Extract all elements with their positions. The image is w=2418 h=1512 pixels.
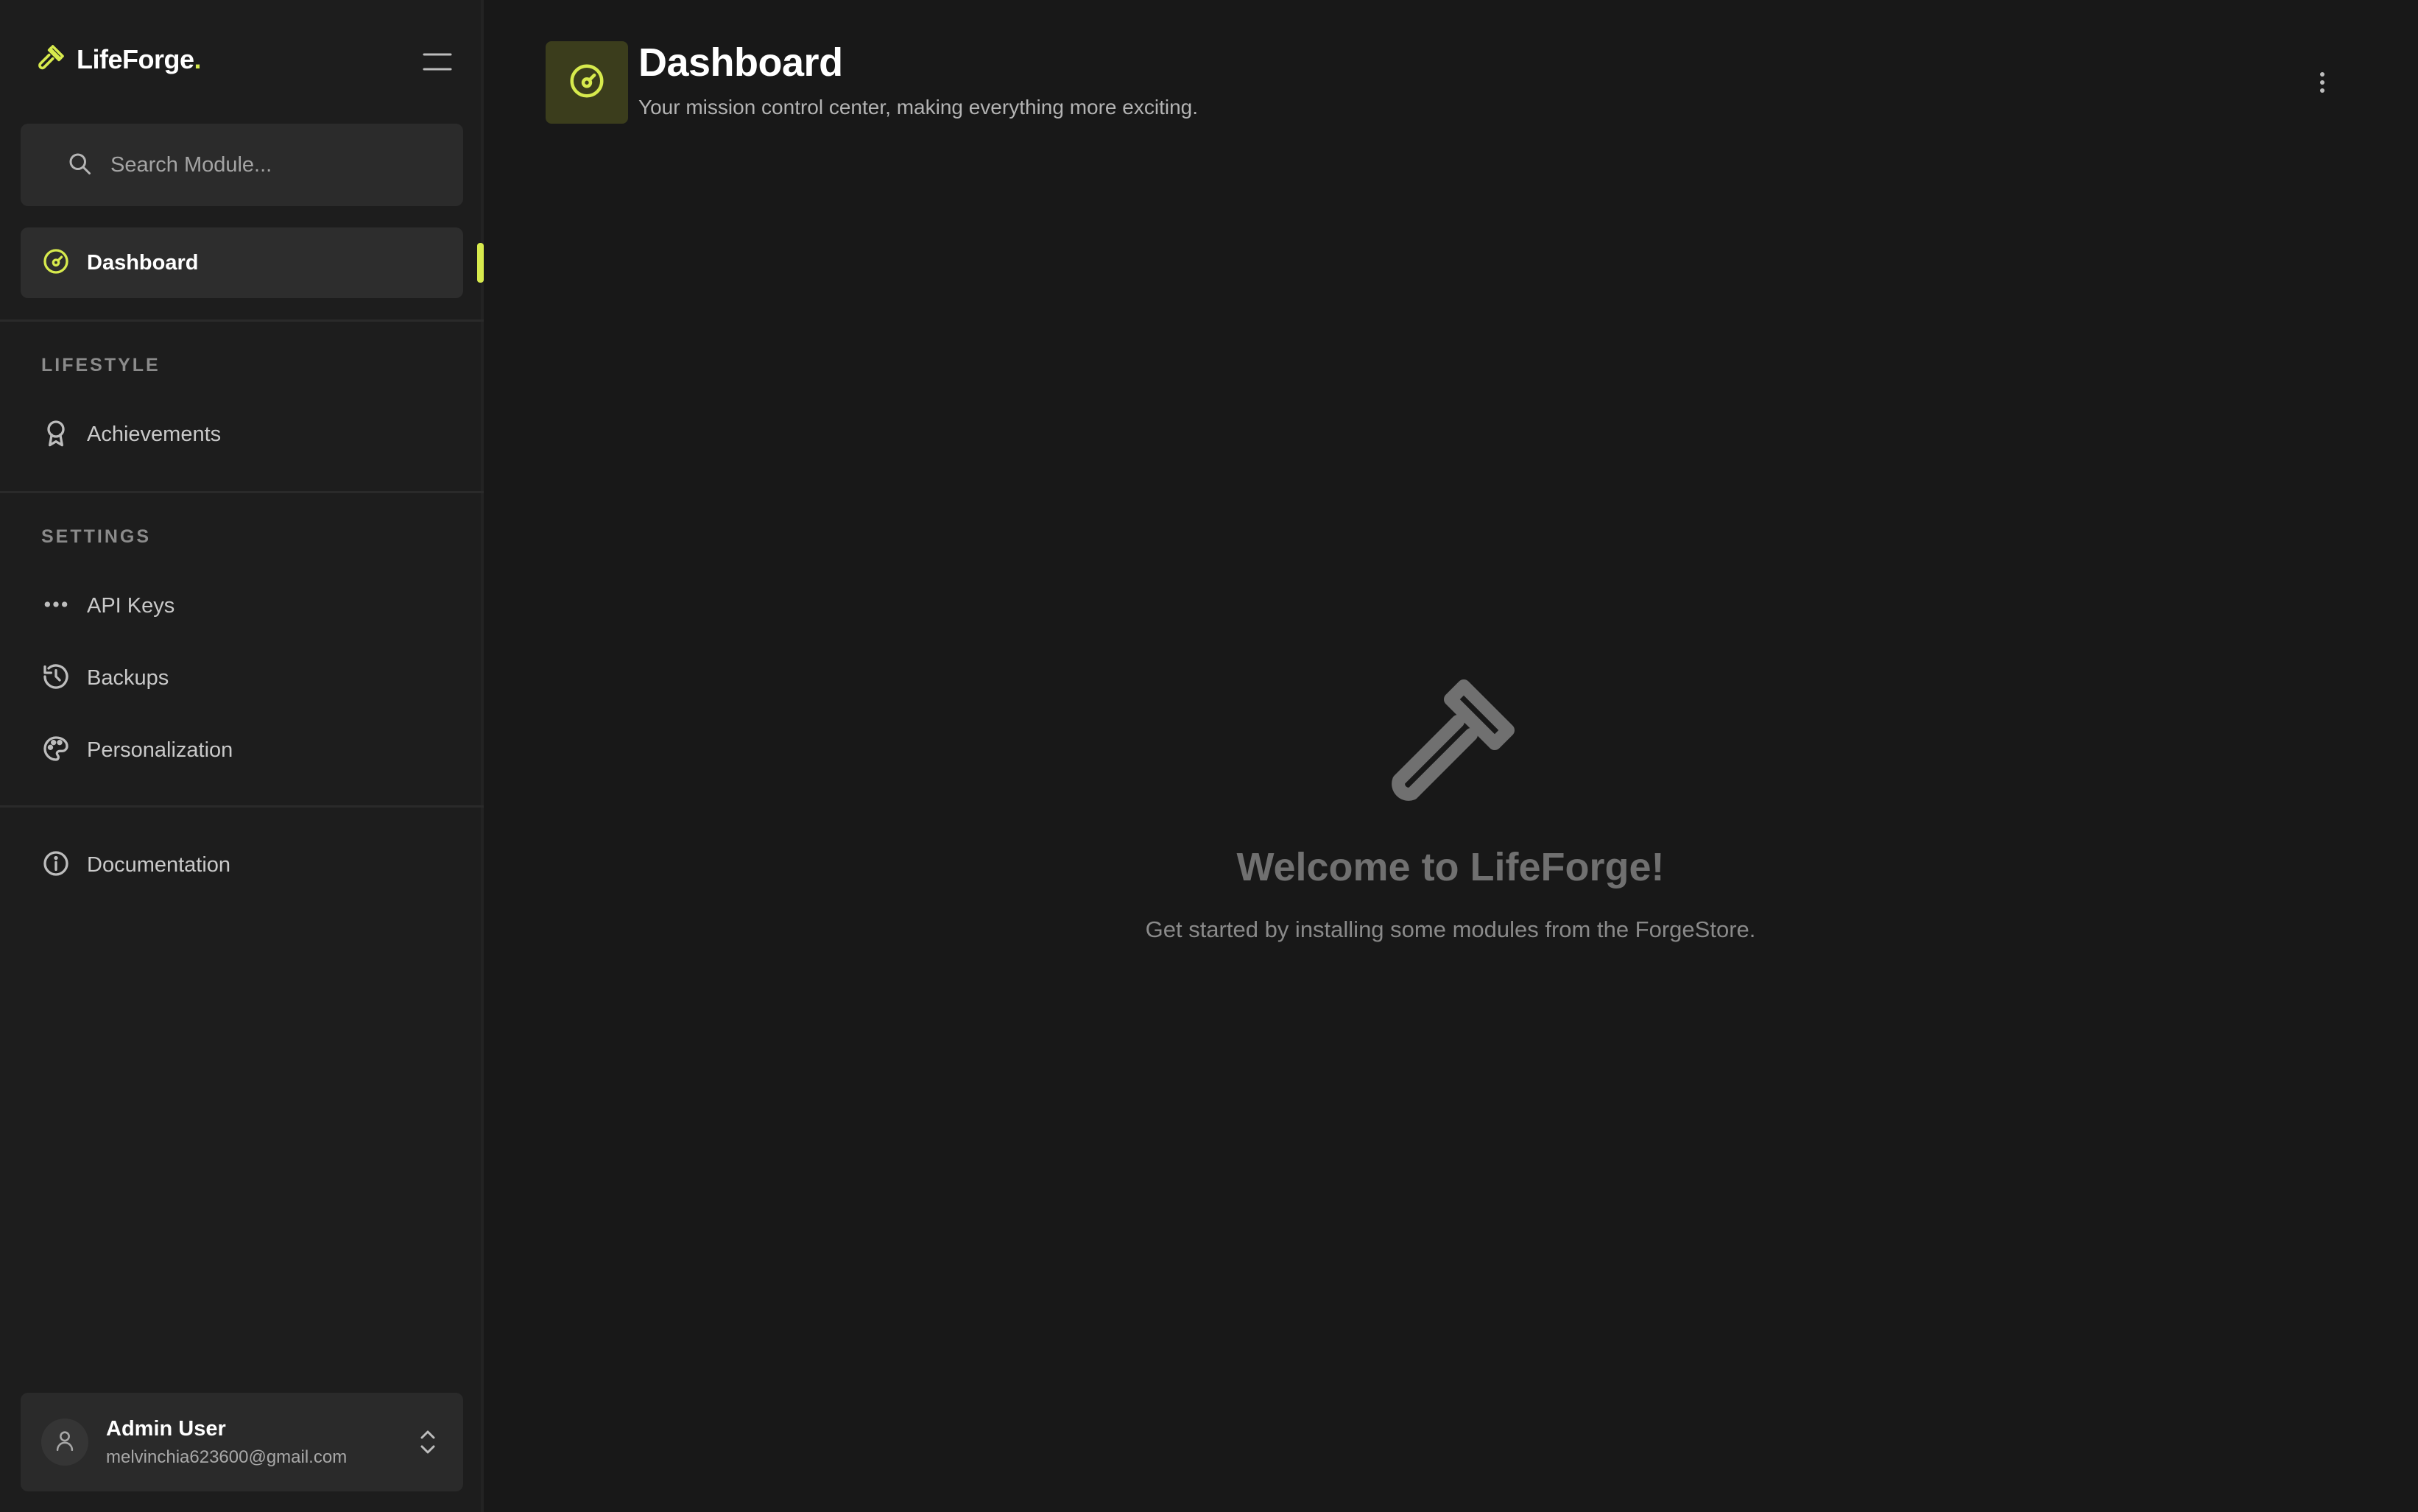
active-indicator <box>477 243 484 283</box>
page-title: Dashboard <box>638 40 843 85</box>
dots-icon <box>21 590 71 623</box>
app-window: LifeForge. Dashboard <box>0 0 2418 1512</box>
sidebar: LifeForge. Dashboard <box>0 0 484 1512</box>
gauge-icon <box>567 61 607 105</box>
history-icon <box>21 662 71 695</box>
sidebar-item-label: Dashboard <box>87 250 199 275</box>
menu-icon <box>420 53 455 78</box>
sidebar-item-personalization[interactable]: Personalization <box>21 715 463 785</box>
award-icon <box>21 418 71 451</box>
brand-name: LifeForge. <box>77 43 202 74</box>
palette-icon <box>21 734 71 767</box>
sidebar-item-label: Backups <box>87 665 169 690</box>
sidebar-item-label: Documentation <box>87 852 231 877</box>
more-options-button[interactable] <box>2308 68 2337 97</box>
module-icon <box>546 41 628 124</box>
brand-logo[interactable]: LifeForge. <box>37 43 202 76</box>
section-title-settings: SETTINGS <box>41 526 152 547</box>
user-menu-button[interactable]: Admin User melvinchia623600@gmail.com <box>21 1393 463 1491</box>
empty-state-text: Get started by installing some modules f… <box>1145 916 1756 942</box>
sidebar-item-api-keys[interactable]: API Keys <box>21 570 463 641</box>
sidebar-item-achievements[interactable]: Achievements <box>21 399 463 470</box>
empty-state: Welcome to LifeForge! Get started by ins… <box>810 663 2091 943</box>
divider <box>0 491 484 493</box>
chevron-up-down-icon <box>413 1425 443 1459</box>
sidebar-item-label: Personalization <box>87 738 233 762</box>
search-module-input[interactable] <box>109 152 448 178</box>
user-icon <box>52 1428 77 1457</box>
sidebar-item-documentation[interactable]: Documentation <box>21 830 463 900</box>
user-info: Admin User melvinchia623600@gmail.com <box>106 1417 347 1468</box>
sidebar-item-label: Achievements <box>87 422 222 446</box>
divider <box>0 319 484 322</box>
sidebar-item-backups[interactable]: Backups <box>21 643 463 713</box>
empty-state-title: Welcome to LifeForge! <box>1236 845 1665 889</box>
collapse-sidebar-button[interactable] <box>420 49 455 75</box>
user-name: Admin User <box>106 1416 226 1441</box>
sidebar-item-dashboard[interactable]: Dashboard <box>21 227 463 298</box>
info-icon <box>21 849 71 882</box>
page-subtitle: Your mission control center, making ever… <box>638 96 1198 119</box>
search-module-field[interactable] <box>21 124 463 206</box>
hammer-icon <box>1377 663 1524 813</box>
avatar <box>41 1419 88 1466</box>
user-email: melvinchia623600@gmail.com <box>106 1446 348 1467</box>
divider <box>0 805 484 808</box>
hammer-icon <box>37 43 66 76</box>
section-title-lifestyle: LIFESTYLE <box>41 355 161 375</box>
search-icon <box>21 150 93 180</box>
sidebar-item-label: API Keys <box>87 593 175 618</box>
more-vertical-icon <box>2308 72 2337 100</box>
gauge-icon <box>21 247 71 280</box>
